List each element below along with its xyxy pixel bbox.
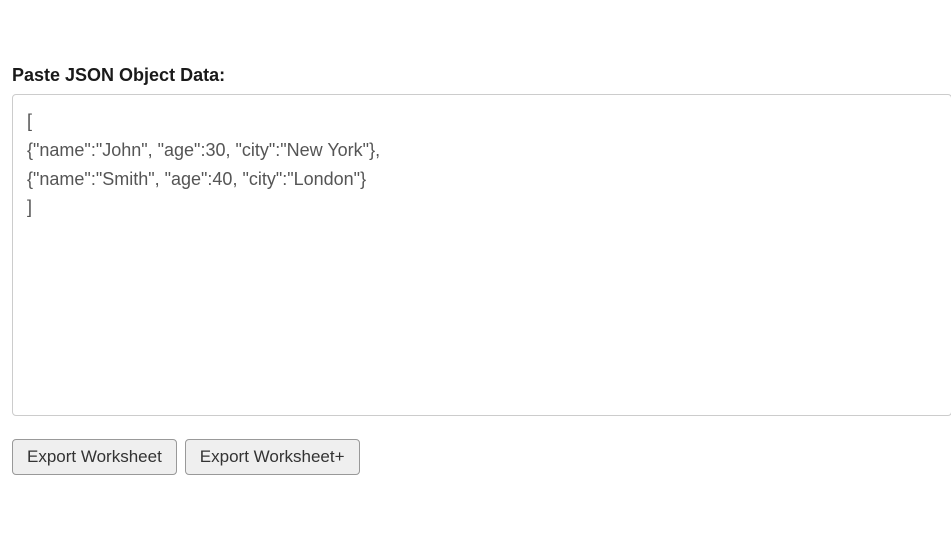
- export-worksheet-plus-button[interactable]: Export Worksheet+: [185, 439, 360, 475]
- json-input-textarea[interactable]: [12, 94, 951, 416]
- json-input-label: Paste JSON Object Data:: [12, 65, 951, 86]
- button-row: Export Worksheet Export Worksheet+: [12, 439, 951, 475]
- export-worksheet-button[interactable]: Export Worksheet: [12, 439, 177, 475]
- main-container: Paste JSON Object Data: Export Worksheet…: [0, 0, 951, 475]
